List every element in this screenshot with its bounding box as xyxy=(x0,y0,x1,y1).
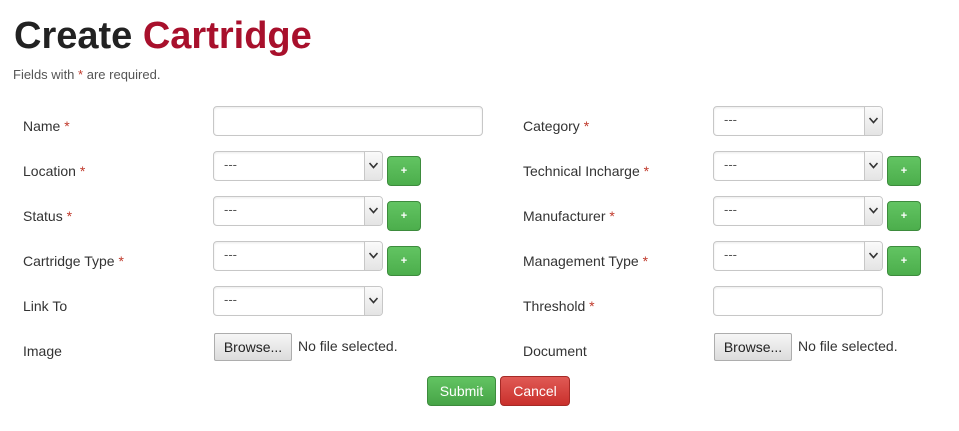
name-label: Name * xyxy=(23,118,70,134)
image-label: Image xyxy=(23,343,62,359)
image-file-status: No file selected. xyxy=(298,338,398,354)
image-file-input[interactable]: Browse... No file selected. xyxy=(214,333,434,361)
threshold-input[interactable] xyxy=(713,286,883,316)
required-note-suffix: are required. xyxy=(86,67,161,82)
page-title-cartridge: Cartridge xyxy=(142,15,312,57)
document-browse-button[interactable]: Browse... xyxy=(714,333,792,361)
link-to-select[interactable]: --- xyxy=(213,286,383,316)
document-file-input[interactable]: Browse... No file selected. xyxy=(714,333,934,361)
technical-incharge-select[interactable]: --- xyxy=(713,151,883,181)
category-label: Category * xyxy=(523,118,590,134)
location-label: Location * xyxy=(23,163,86,179)
page-title-create: Create xyxy=(14,15,133,57)
link-to-select-value: --- xyxy=(224,292,237,307)
technical-incharge-label: Technical Incharge * xyxy=(523,163,650,179)
cartridge-type-select[interactable]: --- xyxy=(213,241,383,271)
chevron-down-icon xyxy=(864,242,882,270)
name-input[interactable] xyxy=(213,106,483,136)
link-to-label: Link To xyxy=(23,298,68,314)
add-management-type-button[interactable]: + xyxy=(887,246,921,276)
chevron-down-icon xyxy=(364,152,382,180)
category-select[interactable]: --- xyxy=(713,106,883,136)
management-type-label: Management Type * xyxy=(523,253,649,269)
status-select[interactable]: --- xyxy=(213,196,383,226)
add-technical-incharge-button[interactable]: + xyxy=(887,156,921,186)
chevron-down-icon xyxy=(364,242,382,270)
manufacturer-select-value: --- xyxy=(724,202,737,217)
status-select-value: --- xyxy=(224,202,237,217)
cartridge-type-select-value: --- xyxy=(224,247,237,262)
management-type-select[interactable]: --- xyxy=(713,241,883,271)
cancel-button[interactable]: Cancel xyxy=(500,376,570,406)
add-status-button[interactable]: + xyxy=(387,201,421,231)
location-select-value: --- xyxy=(224,157,237,172)
required-star: * xyxy=(78,67,84,82)
document-label: Document xyxy=(523,343,587,359)
manufacturer-select[interactable]: --- xyxy=(713,196,883,226)
image-browse-button[interactable]: Browse... xyxy=(214,333,292,361)
chevron-down-icon xyxy=(864,152,882,180)
cartridge-type-label: Cartridge Type * xyxy=(23,253,124,269)
threshold-label: Threshold * xyxy=(523,298,595,314)
chevron-down-icon xyxy=(364,197,382,225)
chevron-down-icon xyxy=(864,197,882,225)
chevron-down-icon xyxy=(864,107,882,135)
chevron-down-icon xyxy=(364,287,382,315)
required-note-prefix: Fields with xyxy=(13,67,75,82)
status-label: Status * xyxy=(23,208,73,224)
management-type-select-value: --- xyxy=(724,247,737,262)
technical-incharge-select-value: --- xyxy=(724,157,737,172)
location-select[interactable]: --- xyxy=(213,151,383,181)
category-select-value: --- xyxy=(724,112,737,127)
page-title: Create Cartridge xyxy=(14,12,312,60)
required-note: Fields with * are required. xyxy=(13,67,160,82)
manufacturer-label: Manufacturer * xyxy=(523,208,615,224)
add-cartridge-type-button[interactable]: + xyxy=(387,246,421,276)
document-file-status: No file selected. xyxy=(798,338,898,354)
add-manufacturer-button[interactable]: + xyxy=(887,201,921,231)
submit-button[interactable]: Submit xyxy=(427,376,496,406)
add-location-button[interactable]: + xyxy=(387,156,421,186)
